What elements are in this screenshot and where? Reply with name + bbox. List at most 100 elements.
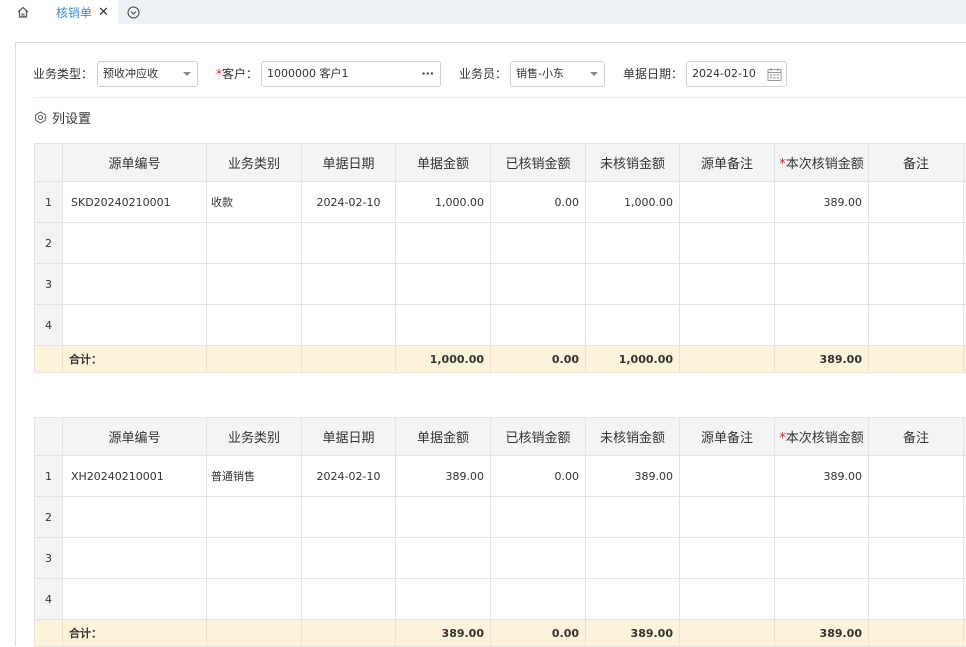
category-cell: [207, 264, 302, 305]
header-amount[interactable]: 单据金额: [396, 418, 491, 456]
source-code-link[interactable]: XH20240210001: [63, 456, 207, 497]
source-code-cell[interactable]: [63, 579, 207, 620]
row-number: 4: [35, 579, 63, 620]
source-remark-cell: [680, 223, 775, 264]
table-row[interactable]: 4: [35, 305, 966, 346]
header-unverified[interactable]: 未核销金额: [586, 144, 680, 182]
table-row[interactable]: 2: [35, 223, 966, 264]
total-label: 合计：: [63, 620, 207, 647]
date-cell: [302, 579, 396, 620]
salesman-label: 业务员：: [459, 61, 507, 87]
tab-verification-label: 核销单: [56, 4, 92, 21]
header-verified[interactable]: 已核销金额: [491, 144, 586, 182]
source-remark-cell: [680, 305, 775, 346]
table-row[interactable]: 2: [35, 497, 966, 538]
this-time-cell[interactable]: 389.00: [775, 456, 869, 497]
header-date[interactable]: 单据日期: [302, 418, 396, 456]
total-remark: [680, 620, 775, 647]
source-code-cell[interactable]: [63, 305, 207, 346]
header-verified[interactable]: 已核销金额: [491, 418, 586, 456]
note-cell[interactable]: [869, 538, 964, 579]
total-rownum: [35, 346, 63, 373]
category-cell: [207, 305, 302, 346]
note-cell[interactable]: [869, 579, 964, 620]
tab-verification[interactable]: 核销单 ✕: [46, 0, 118, 24]
header-amount[interactable]: 单据金额: [396, 144, 491, 182]
total-unverified: 1,000.00: [586, 346, 680, 373]
table-row[interactable]: 3: [35, 264, 966, 305]
category-cell: [207, 579, 302, 620]
unverified-cell: 1,000.00: [586, 182, 680, 223]
header-category[interactable]: 业务类别: [207, 418, 302, 456]
header-this-time[interactable]: *本次核销金额: [775, 144, 869, 182]
total-rownum: [35, 620, 63, 647]
customer-field[interactable]: 1000000 客户1 ···: [261, 61, 441, 87]
header-source-remark[interactable]: 源单备注: [680, 418, 775, 456]
table-row[interactable]: 4: [35, 579, 966, 620]
source-code-cell[interactable]: [63, 538, 207, 579]
chevron-down-icon: [183, 72, 191, 76]
more-icon[interactable]: ···: [421, 62, 434, 86]
this-time-cell[interactable]: [775, 264, 869, 305]
header-source-remark[interactable]: 源单备注: [680, 144, 775, 182]
biz-type-select[interactable]: 预收冲应收: [97, 61, 198, 87]
note-cell[interactable]: [869, 223, 964, 264]
source-code-cell[interactable]: [63, 223, 207, 264]
verified-cell: [491, 223, 586, 264]
this-time-cell[interactable]: [775, 579, 869, 620]
amount-cell: [396, 579, 491, 620]
category-cell: [207, 223, 302, 264]
unverified-cell: [586, 305, 680, 346]
tab-home[interactable]: [0, 0, 46, 24]
tab-more-button[interactable]: [120, 0, 146, 24]
note-cell[interactable]: [869, 264, 964, 305]
note-cell[interactable]: [869, 182, 964, 223]
this-time-cell[interactable]: 389.00: [775, 182, 869, 223]
header-date[interactable]: 单据日期: [302, 144, 396, 182]
source-remark-cell: [680, 497, 775, 538]
total-note: [869, 346, 964, 373]
column-settings-button[interactable]: 列设置: [34, 108, 91, 126]
header-this-time[interactable]: *本次核销金额: [775, 418, 869, 456]
row-number: 4: [35, 305, 63, 346]
verified-cell: [491, 264, 586, 305]
date-cell: [302, 497, 396, 538]
source-code-cell[interactable]: [63, 497, 207, 538]
header-source-code[interactable]: 源单编号: [63, 144, 207, 182]
chevron-down-icon: [590, 72, 598, 76]
note-cell[interactable]: [869, 497, 964, 538]
table-row[interactable]: 1 SKD20240210001 收款 2024-02-10 1,000.00 …: [35, 182, 966, 223]
source-remark-cell: [680, 182, 775, 223]
source-code-link[interactable]: SKD20240210001: [63, 182, 207, 223]
header-note[interactable]: 备注: [869, 418, 964, 456]
total-label: 合计：: [63, 346, 207, 373]
row-number: 2: [35, 497, 63, 538]
home-icon: [16, 5, 30, 19]
this-time-cell[interactable]: [775, 538, 869, 579]
table-header-row: 源单编号 业务类别 单据日期 单据金额 已核销金额 未核销金额 源单备注 *本次…: [35, 418, 966, 456]
note-cell[interactable]: [869, 456, 964, 497]
header-unverified[interactable]: 未核销金额: [586, 418, 680, 456]
note-cell[interactable]: [869, 305, 964, 346]
total-amount: 389.00: [396, 620, 491, 647]
header-category[interactable]: 业务类别: [207, 144, 302, 182]
salesman-select[interactable]: 销售-小东: [510, 61, 605, 87]
table-row[interactable]: 3: [35, 538, 966, 579]
table-row[interactable]: 1 XH20240210001 普通销售 2024-02-10 389.00 0…: [35, 456, 966, 497]
customer-label: *客户：: [216, 61, 258, 87]
calendar-icon[interactable]: [767, 67, 782, 82]
header-source-code[interactable]: 源单编号: [63, 418, 207, 456]
date-field[interactable]: 2024-02-10: [686, 61, 787, 87]
source-code-cell[interactable]: [63, 264, 207, 305]
verified-cell: [491, 305, 586, 346]
this-time-cell[interactable]: [775, 223, 869, 264]
amount-cell: [396, 223, 491, 264]
chevron-down-circle-icon: [127, 6, 140, 19]
total-note: [869, 620, 964, 647]
this-time-cell[interactable]: [775, 497, 869, 538]
table-header-row: 源单编号 业务类别 单据日期 单据金额 已核销金额 未核销金额 源单备注 *本次…: [35, 144, 966, 182]
header-note[interactable]: 备注: [869, 144, 964, 182]
date-cell: [302, 538, 396, 579]
this-time-cell[interactable]: [775, 305, 869, 346]
close-icon[interactable]: ✕: [98, 6, 109, 19]
